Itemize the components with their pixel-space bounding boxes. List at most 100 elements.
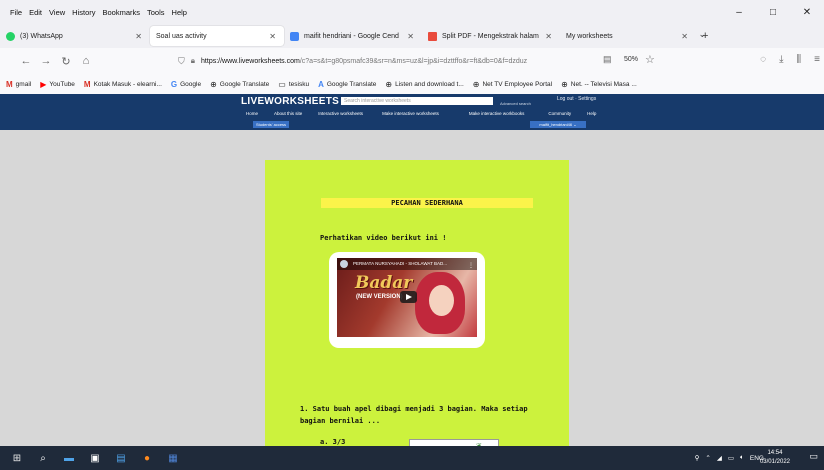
video-title: PERMATA NURSYAHADI - SHOLAWAT BAD... [353, 261, 448, 266]
url-path: /c?a=s&t=g80psmafc39&sr=n&ms=uz&l=jp&i=d… [299, 57, 528, 65]
forward-icon[interactable]: → [36, 55, 56, 67]
bookmark-google-translate[interactable]: ⊕ Google Translate [210, 80, 269, 89]
back-icon[interactable]: ← [16, 55, 36, 67]
nav-interactive-worksheets[interactable]: Interactive worksheets [318, 111, 363, 116]
navigation-bar: ← → ↻ ⌂ ⛉ 🔒︎ https://www.liveworksheets.… [0, 48, 824, 74]
maximize-button[interactable]: □ [756, 7, 790, 18]
mail-icon[interactable]: ▤ [108, 453, 134, 464]
embedded-video[interactable]: PERMATA NURSYAHADI - SHOLAWAT BAD... ⋮ B… [337, 258, 477, 337]
search-icon[interactable]: ⌕ [489, 96, 493, 104]
windows-start-icon[interactable]: ⊞ [4, 453, 30, 464]
close-icon[interactable]: ✕ [135, 32, 142, 41]
library-icon[interactable]: ⫼ [797, 54, 802, 65]
youtube-icon: ▶ [40, 79, 47, 89]
globe-icon: ⊕ [385, 79, 393, 89]
lock-icon: 🔒︎ [190, 56, 196, 65]
star-icon[interactable]: ☆ [645, 53, 655, 66]
tab-my-worksheets[interactable]: My worksheets ✕ [560, 26, 696, 46]
tab-split-pdf[interactable]: Split PDF - Mengekstrak halam ✕ [422, 26, 560, 46]
nav-community[interactable]: Community [548, 111, 571, 116]
bookmark-youtube[interactable]: ▶ YouTube [40, 80, 75, 89]
menu-help[interactable]: Help [172, 8, 187, 17]
file-explorer-icon[interactable]: ▬ [56, 453, 82, 464]
gmail-icon: M [83, 79, 91, 89]
zoom-level[interactable]: 50% [624, 56, 638, 63]
menu-file[interactable]: File [10, 8, 22, 17]
bookmark-google-translate-2[interactable]: A Google Translate [318, 80, 376, 89]
bookmark-label: tesisku [288, 80, 310, 88]
bookmark-label: Kotak Masuk - elearni... [93, 80, 162, 88]
video-thumbnail-title: Badar [355, 273, 413, 293]
close-icon[interactable]: ✕ [407, 32, 414, 41]
user-menu-button[interactable]: maifit_hendriani46 ⌄ [530, 121, 586, 128]
site-search-input[interactable]: Search interactive worksheets [341, 97, 493, 105]
clock[interactable]: 14:54 03/01/2022 [760, 449, 790, 467]
notification-icon[interactable]: ▭ [809, 451, 818, 462]
bookmark-gmail[interactable]: Mgmail [6, 80, 31, 89]
word-icon[interactable]: ▦ [160, 453, 186, 464]
menu-bookmarks[interactable]: Bookmarks [103, 8, 141, 17]
close-icon[interactable]: ✕ [269, 32, 276, 41]
chevron-up-icon[interactable]: ⌃ [705, 454, 710, 462]
site-logo[interactable]: LIVEWORKSHEETS [241, 96, 339, 107]
store-icon[interactable]: ▣ [82, 453, 108, 464]
folder-icon: ▭ [278, 79, 286, 89]
close-button[interactable]: ✕ [790, 7, 824, 18]
minimize-button[interactable]: – [722, 7, 756, 18]
toolbar-right: ◌ ⤓ ⫼ ≡ [760, 54, 820, 65]
tab-label: My worksheets [566, 32, 613, 40]
search-icon[interactable]: ⌕ [30, 453, 56, 464]
pocket-icon[interactable]: ◌ [760, 54, 766, 65]
url-bar[interactable]: ⛉ 🔒︎ https://www.liveworksheets.com/c?a=… [178, 51, 678, 71]
nav-make-worksheets[interactable]: Make interactive worksheets [382, 111, 439, 116]
window-controls: – □ ✕ [722, 0, 824, 24]
menu-edit[interactable]: Edit [29, 8, 42, 17]
clock-time: 14:54 [767, 450, 783, 456]
download-icon[interactable]: ⤓ [779, 54, 783, 65]
tab-label: (3) WhatsApp [20, 32, 63, 40]
bookmark-tesisku[interactable]: ▭ tesisku [278, 80, 309, 89]
chevron-down-icon[interactable]: ⌄ [698, 29, 706, 40]
menu-view[interactable]: View [49, 8, 65, 17]
menu-history[interactable]: History [72, 8, 95, 17]
globe-icon: ⊕ [472, 79, 480, 89]
play-icon[interactable] [400, 291, 417, 303]
bookmark-label: Listen and download t... [395, 80, 464, 88]
more-icon[interactable]: ⋮ [468, 260, 474, 270]
tab-whatsapp[interactable]: (3) WhatsApp ✕ [0, 26, 150, 46]
tab-google-cend[interactable]: maifit hendriani - Google Cend ✕ [284, 26, 422, 46]
bookmark-net-tv[interactable]: ⊕ Net TV Employee Portal [473, 80, 552, 89]
battery-icon[interactable]: ▭ [728, 454, 734, 462]
account-links[interactable]: Log out · Settings [557, 96, 596, 102]
tab-label: Soal uas activity [156, 32, 207, 40]
network-icon[interactable]: ◢ [717, 454, 722, 462]
students-access-button[interactable]: Students' access [253, 121, 289, 128]
site-header: LIVEWORKSHEETS Search interactive worksh… [0, 94, 824, 130]
volume-icon[interactable]: 🔈︎ [740, 454, 744, 462]
reader-view-icon[interactable]: ▤ [603, 54, 612, 65]
bookmark-listen-download[interactable]: ⊕ Listen and download t... [385, 80, 463, 89]
advanced-search-link[interactable]: Advanced search [500, 101, 531, 106]
bookmark-kotak-masuk[interactable]: M Kotak Masuk - elearni... [84, 80, 162, 89]
shield-icon: ⛉ [178, 55, 185, 66]
close-icon[interactable]: ✕ [681, 32, 688, 41]
close-icon[interactable]: ✕ [545, 32, 552, 41]
video-thumbnail-subtitle: (NEW VERSION) [356, 294, 403, 300]
nav-make-workbooks[interactable]: Make interactive workbooks [469, 111, 525, 116]
nav-about[interactable]: About this site [274, 111, 302, 116]
bookmark-google[interactable]: G Google [171, 80, 201, 89]
people-icon[interactable]: ⚲ [695, 454, 700, 462]
tab-soal-uas[interactable]: Soal uas activity ✕ [150, 26, 284, 46]
bookmark-net-televisi[interactable]: ⊕ Net. -- Televisi Masa ... [561, 80, 637, 89]
bookmark-label: Google Translate [326, 80, 377, 88]
bookmark-label: gmail [15, 80, 32, 88]
tab-label: maifit hendriani - Google Cend [304, 32, 399, 40]
nav-home[interactable]: Home [246, 111, 258, 116]
video-frame: PERMATA NURSYAHADI - SHOLAWAT BAD... ⋮ B… [329, 252, 485, 348]
firefox-icon[interactable]: ● [134, 453, 160, 464]
nav-help[interactable]: Help [587, 111, 596, 116]
home-icon[interactable]: ⌂ [76, 55, 96, 67]
reload-icon[interactable]: ↻ [56, 55, 76, 68]
menu-icon[interactable]: ≡ [814, 54, 820, 65]
menu-tools[interactable]: Tools [147, 8, 165, 17]
